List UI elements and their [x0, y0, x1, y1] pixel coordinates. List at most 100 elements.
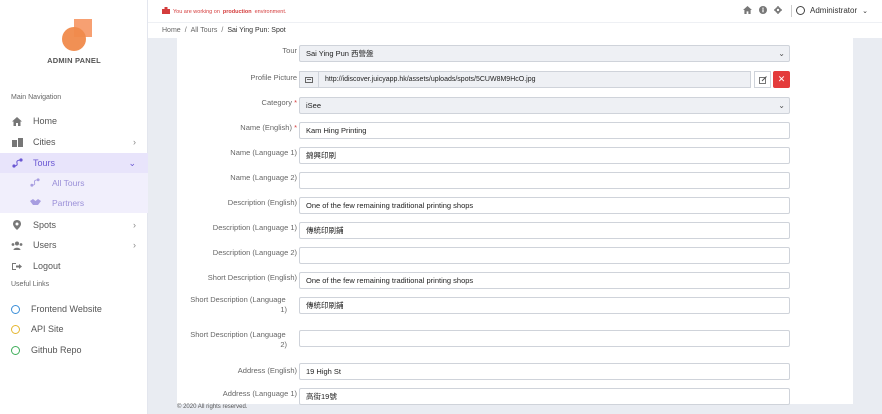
sidebar-item-logout[interactable]: Logout [0, 256, 148, 276]
sidebar-item-label: Tours [33, 158, 56, 168]
sidebar-item-tours[interactable]: Tours ⌄ [0, 153, 148, 173]
sidebar-item-label: All Tours [52, 178, 85, 188]
user-menu[interactable]: Administrator ⌄ [796, 6, 868, 15]
top-icons [743, 6, 782, 16]
environment-warning: You are working on production environmen… [162, 7, 286, 16]
home-icon[interactable] [743, 6, 752, 16]
circle-icon [11, 324, 20, 334]
address-english-input[interactable]: 19 High St [299, 363, 790, 380]
sidebar-item-users[interactable]: Users › [0, 235, 148, 255]
description-english-label: Description (English) [227, 198, 297, 207]
label-line: 2) [280, 340, 287, 349]
name-language2-input[interactable] [299, 172, 790, 189]
sidebar-item-label: Spots [33, 220, 57, 230]
circle-icon [11, 345, 20, 355]
description-language2-label: Description (Language 2) [212, 248, 297, 257]
profile-picture-url[interactable]: http://idiscover.juicyapp.hk/assets/uplo… [319, 71, 751, 88]
info-icon[interactable] [759, 6, 767, 16]
logo-circle [62, 27, 86, 51]
sidebar-item-label: Logout [33, 261, 61, 271]
link-api-site[interactable]: API Site [0, 319, 148, 339]
handshake-icon [30, 198, 41, 208]
image-icon [299, 71, 319, 88]
category-label-text: Category [261, 98, 292, 107]
topbar: You are working on production environmen… [148, 0, 882, 22]
sidebar-item-spots[interactable]: Spots › [0, 215, 148, 235]
building-icon [11, 136, 23, 148]
sidebar-item-label: Cities [33, 137, 56, 147]
useful-links-label: Useful Links [11, 281, 50, 288]
short-description-english-input[interactable]: One of the few remaining traditional pri… [299, 272, 790, 289]
edit-picture-button[interactable] [754, 71, 771, 88]
route-icon [30, 177, 40, 189]
tour-select-value: Sai Ying Pun 西營盤 [306, 49, 374, 58]
category-select-value: iSee [306, 101, 322, 110]
logo [60, 19, 92, 51]
footer-copyright: © 2020 All rights reserved. [177, 404, 248, 410]
link-github-repo[interactable]: Github Repo [0, 340, 148, 360]
gear-icon[interactable] [774, 6, 782, 16]
logout-icon [11, 260, 23, 272]
sidebar-subitem-partners[interactable]: Partners [0, 193, 148, 213]
sidebar-item-label: Home [33, 116, 58, 126]
user-circle-icon [796, 6, 805, 15]
short-description-language2-label: Short Description (Language 2) [177, 330, 299, 350]
name-english-label-text: Name (English) [240, 123, 292, 132]
route-icon [11, 157, 23, 169]
tour-label: Tour [282, 46, 297, 55]
label-line: Short Description (Language [190, 330, 286, 339]
description-english-input[interactable]: One of the few remaining traditional pri… [299, 197, 790, 214]
label-line: 1) [280, 305, 287, 314]
name-language1-label: Name (Language 1) [230, 148, 297, 157]
close-icon: ✕ [777, 74, 786, 84]
tour-select[interactable]: Sai Ying Pun 西營盤 ⌄ [299, 45, 790, 62]
sidebar-item-home[interactable]: Home [0, 111, 148, 131]
address-english-label: Address (English) [237, 366, 297, 375]
warning-icon [162, 7, 170, 16]
link-label: Github Repo [31, 345, 82, 355]
address-language1-input[interactable]: 高街19號 [299, 388, 790, 405]
sidebar-item-cities[interactable]: Cities › [0, 132, 148, 152]
breadcrumb-all-tours[interactable]: All Tours [191, 27, 218, 34]
chevron-down-icon: ⌄ [128, 157, 136, 168]
delete-picture-button[interactable]: ✕ [773, 71, 790, 88]
user-name: Administrator [810, 6, 858, 15]
label-line: Short Description (Language [190, 295, 286, 304]
main-navigation-label: Main Navigation [11, 94, 62, 101]
name-english-input[interactable]: Kam Hing Printing [299, 122, 790, 139]
sidebar-subitem-all-tours[interactable]: All Tours [0, 173, 148, 193]
divider [791, 5, 792, 17]
warning-environment: production [222, 8, 252, 15]
short-description-language2-input[interactable] [299, 330, 790, 347]
link-frontend-website[interactable]: Frontend Website [0, 299, 148, 319]
breadcrumb-separator: / [221, 27, 224, 34]
sidebar: ADMIN PANEL Main Navigation Home Cities … [0, 0, 148, 414]
required-marker: * [294, 98, 297, 107]
short-description-language1-input[interactable]: 傳統印刷鋪 [299, 297, 790, 314]
sidebar-item-label: Partners [52, 198, 85, 208]
name-language1-input[interactable]: 錦興印刷 [299, 147, 790, 164]
map-pin-icon [11, 219, 23, 231]
description-language1-input[interactable]: 傳統印刷鋪 [299, 222, 790, 239]
name-language2-label: Name (Language 2) [230, 173, 297, 182]
warning-prefix: You are working on [173, 8, 220, 15]
warning-suffix: environment. [254, 8, 287, 15]
breadcrumb-home[interactable]: Home [162, 27, 181, 34]
spot-form: Tour Sai Ying Pun 西營盤 ⌄ Profile Picture … [177, 38, 853, 405]
chevron-down-icon: ⌄ [778, 101, 785, 110]
home-icon [11, 115, 23, 127]
chevron-right-icon: › [133, 137, 136, 147]
description-language2-input[interactable] [299, 247, 790, 264]
breadcrumb: Home / All Tours / Sai Ying Pun: Spot [162, 27, 286, 34]
category-label: Category * [177, 98, 297, 108]
sidebar-item-label: Users [33, 240, 57, 250]
address-language1-label: Address (Language 1) [222, 389, 297, 398]
required-marker: * [294, 123, 297, 132]
category-select[interactable]: iSee ⌄ [299, 97, 790, 114]
profile-picture-field: http://idiscover.juicyapp.hk/assets/uplo… [299, 71, 790, 88]
brand-title: ADMIN PANEL [47, 56, 101, 65]
breadcrumb-separator: / [184, 27, 187, 34]
circle-icon [11, 304, 20, 314]
name-english-label: Name (English) * [177, 123, 297, 133]
chevron-down-icon: ⌄ [862, 7, 868, 15]
